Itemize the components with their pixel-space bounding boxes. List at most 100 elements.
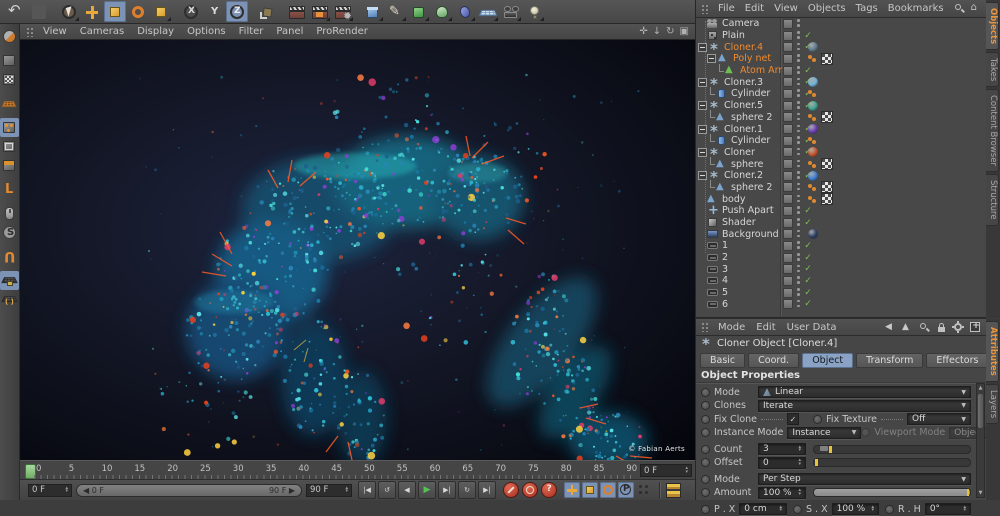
object-row[interactable]: Cylinder✓ bbox=[696, 135, 986, 147]
visibility-toggle-icon[interactable] bbox=[796, 241, 800, 250]
anim-dot-icon[interactable] bbox=[701, 488, 710, 497]
layer-toggle[interactable] bbox=[783, 194, 793, 204]
enabled-check-icon[interactable]: ✓ bbox=[803, 31, 813, 41]
spinner-icon[interactable]: ▴▾ bbox=[795, 446, 801, 453]
object-row[interactable]: Shader✓ bbox=[696, 217, 986, 229]
object-row[interactable]: Cloner.2✓ bbox=[696, 170, 986, 182]
anim-dot-icon[interactable] bbox=[701, 445, 710, 454]
visibility-toggle-icon[interactable] bbox=[796, 300, 800, 309]
fix-clone-checkbox[interactable]: ✓ bbox=[787, 413, 799, 425]
anim-dot-icon[interactable] bbox=[701, 475, 710, 484]
texture-tag[interactable] bbox=[821, 193, 833, 205]
layer-toggle[interactable] bbox=[783, 253, 793, 263]
object-row[interactable]: 5✓ bbox=[696, 287, 986, 299]
layer-toggle[interactable] bbox=[783, 147, 793, 157]
visibility-toggle-icon[interactable] bbox=[796, 230, 800, 239]
spinner-icon[interactable]: ▴▾ bbox=[62, 487, 68, 494]
menu-cameras[interactable]: Cameras bbox=[80, 26, 124, 37]
instance-mode-dropdown[interactable]: Instance ▼ bbox=[787, 427, 861, 439]
step-mode-dropdown[interactable]: Per Step ▼ bbox=[758, 473, 971, 485]
object-row[interactable]: Cylinder✓ bbox=[696, 88, 986, 100]
tab-coord[interactable]: Coord. bbox=[748, 353, 799, 368]
layer-toggle[interactable] bbox=[783, 288, 793, 298]
visibility-toggle-icon[interactable] bbox=[796, 31, 800, 40]
visibility-toggle-icon[interactable] bbox=[796, 288, 800, 297]
slider-handle[interactable] bbox=[820, 446, 828, 451]
visibility-toggle-icon[interactable] bbox=[796, 43, 800, 52]
menu-prorender[interactable]: ProRender bbox=[316, 26, 367, 37]
expander-icon[interactable] bbox=[698, 148, 707, 157]
panel-tab-objects[interactable]: Objects bbox=[986, 2, 999, 50]
visibility-toggle-icon[interactable] bbox=[796, 276, 800, 285]
grip-icon[interactable] bbox=[701, 4, 710, 14]
panel-tab-attributes[interactable]: Attributes bbox=[986, 321, 999, 382]
mograph-tag[interactable] bbox=[808, 113, 818, 122]
dolly-icon[interactable]: ↓ bbox=[653, 27, 661, 37]
object-row[interactable]: Cloner.5✓ bbox=[696, 100, 986, 112]
section-header[interactable]: Object Properties bbox=[696, 368, 986, 383]
prev-frame-button[interactable]: ◀ bbox=[398, 481, 416, 499]
undo-button[interactable] bbox=[5, 1, 27, 22]
layer-toggle[interactable] bbox=[783, 299, 793, 309]
move-button[interactable] bbox=[81, 1, 103, 22]
anim-dot-icon[interactable] bbox=[701, 415, 710, 424]
anim-dot-icon[interactable] bbox=[701, 388, 710, 397]
layer-toggle[interactable] bbox=[783, 112, 793, 122]
expander-icon[interactable] bbox=[707, 54, 716, 63]
workplane-planar-button[interactable] bbox=[0, 290, 19, 309]
enabled-check-icon[interactable]: ✓ bbox=[803, 299, 813, 309]
visibility-toggle-icon[interactable] bbox=[796, 148, 800, 157]
amount-field[interactable]: 100 % ▴▾ bbox=[758, 487, 806, 499]
spinner-icon[interactable]: ▴▾ bbox=[868, 506, 874, 513]
material-tag[interactable] bbox=[808, 171, 818, 181]
texture-mode-button[interactable] bbox=[0, 70, 19, 89]
anim-dot-icon[interactable] bbox=[793, 505, 802, 514]
mograph-tag[interactable] bbox=[808, 89, 818, 98]
last-tool-button[interactable] bbox=[150, 1, 172, 22]
object-row[interactable]: Cloner.3✓ bbox=[696, 76, 986, 88]
range-start-field[interactable]: 0 F ▴▾ bbox=[28, 484, 72, 497]
render-view-button[interactable] bbox=[286, 1, 308, 22]
layer-toggle[interactable] bbox=[783, 182, 793, 192]
anim-dot-icon[interactable] bbox=[885, 505, 894, 514]
layer-toggle[interactable] bbox=[783, 136, 793, 146]
live-selection-button[interactable] bbox=[58, 1, 80, 22]
lock-icon[interactable] bbox=[936, 322, 947, 333]
menu-filter[interactable]: Filter bbox=[239, 26, 264, 37]
layer-toggle[interactable] bbox=[783, 101, 793, 111]
sx-field[interactable]: 100 % ▴▾ bbox=[832, 503, 879, 515]
anim-dot-icon[interactable] bbox=[701, 428, 710, 437]
spinner-icon[interactable]: ▴▾ bbox=[795, 489, 801, 496]
object-row[interactable]: Cloner.4✓ bbox=[696, 41, 986, 53]
menu-tags[interactable]: Tags bbox=[856, 3, 878, 14]
polygons-mode-button[interactable] bbox=[0, 156, 19, 175]
texture-tag[interactable] bbox=[821, 181, 833, 193]
layer-toggle[interactable] bbox=[783, 54, 793, 64]
material-tag[interactable] bbox=[808, 147, 818, 157]
scroll-up-icon[interactable]: ▲ bbox=[977, 384, 984, 392]
up-icon[interactable] bbox=[902, 322, 913, 333]
record-options-button[interactable] bbox=[541, 482, 557, 498]
frame-range-slider[interactable]: ◀ 0 F 90 F ▶ bbox=[76, 484, 302, 497]
layer-toggle[interactable] bbox=[783, 42, 793, 52]
tab-effectors[interactable]: Effectors bbox=[926, 353, 988, 368]
anim-dot-icon[interactable] bbox=[701, 505, 710, 514]
orbit-icon[interactable]: ↻ bbox=[666, 27, 674, 37]
object-row[interactable]: Plain✓ bbox=[696, 30, 986, 42]
tab-object[interactable]: Object bbox=[802, 353, 853, 368]
play-button[interactable]: ▶ bbox=[418, 481, 436, 499]
light-button[interactable] bbox=[523, 1, 545, 22]
menu-options[interactable]: Options bbox=[187, 26, 226, 37]
layer-toggle[interactable] bbox=[783, 241, 793, 251]
material-tag[interactable] bbox=[808, 229, 818, 239]
mograph-tag[interactable] bbox=[808, 136, 818, 145]
object-row[interactable]: Push Apart✓ bbox=[696, 205, 986, 217]
pan-icon[interactable]: ✛ bbox=[639, 27, 647, 37]
menu-objects[interactable]: Objects bbox=[808, 3, 846, 14]
object-row[interactable]: sphere 2 bbox=[696, 112, 986, 124]
goto-start-button[interactable]: |◀ bbox=[358, 481, 376, 499]
deformer-button[interactable] bbox=[454, 1, 476, 22]
expander-icon[interactable] bbox=[698, 171, 707, 180]
texture-tag[interactable] bbox=[821, 53, 833, 65]
enabled-check-icon[interactable]: ✓ bbox=[803, 264, 813, 274]
